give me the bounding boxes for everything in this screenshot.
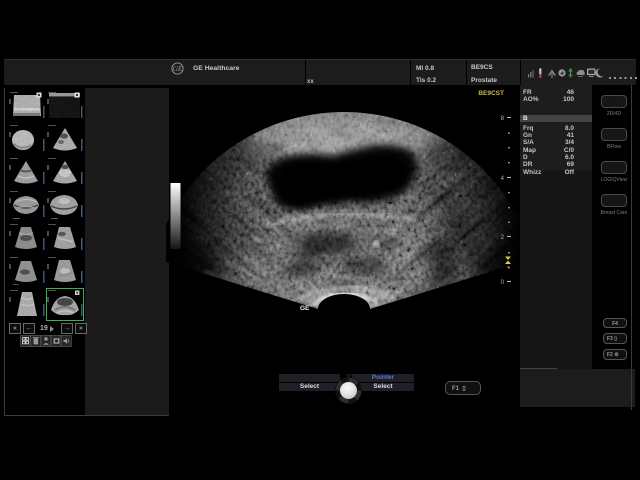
svg-text:GE: GE bbox=[300, 305, 310, 312]
svg-text:GE: GE bbox=[173, 65, 183, 73]
svg-text:BE9CST: BE9CST bbox=[478, 90, 504, 97]
svg-text:8: 8 bbox=[501, 116, 505, 122]
svg-text:0: 0 bbox=[501, 280, 505, 286]
svg-text:4: 4 bbox=[501, 176, 505, 182]
